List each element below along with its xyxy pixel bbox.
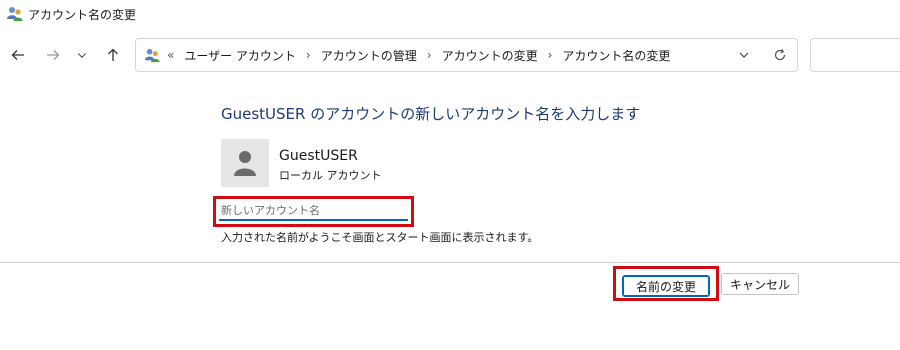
breadcrumb-separator[interactable]: ›: [306, 48, 311, 62]
search-box[interactable]: [810, 38, 900, 72]
user-avatar: [221, 139, 269, 187]
cancel-button[interactable]: キャンセル: [721, 273, 799, 295]
address-bar[interactable]: « ユーザー アカウント › アカウントの管理 › アカウントの変更 › アカウ…: [135, 38, 798, 72]
user-name: GuestUSER: [279, 148, 358, 164]
new-account-name-input[interactable]: [219, 202, 408, 221]
chevron-down-icon: [77, 53, 87, 58]
account-type: ローカル アカウント: [279, 169, 382, 182]
breadcrumb-item-manage-accounts[interactable]: アカウントの管理: [321, 47, 417, 64]
back-button[interactable]: [5, 42, 31, 68]
user-avatar-icon: [234, 151, 256, 176]
window-title: アカウント名の変更: [28, 8, 137, 22]
rename-button[interactable]: 名前の変更: [622, 275, 710, 297]
breadcrumb-separator[interactable]: ›: [427, 48, 432, 62]
user-accounts-icon: [144, 47, 161, 64]
title-bar: アカウント名の変更: [0, 0, 900, 28]
arrow-right-icon: [47, 50, 60, 60]
breadcrumb-separator[interactable]: ›: [548, 48, 553, 62]
breadcrumb-item-change-account[interactable]: アカウントの変更: [442, 47, 538, 64]
arrow-left-icon: [11, 50, 24, 60]
refresh-icon: [774, 48, 786, 61]
user-accounts-icon: [6, 5, 24, 23]
refresh-button[interactable]: [772, 47, 788, 63]
arrow-up-icon: [108, 48, 118, 61]
forward-button[interactable]: [40, 42, 66, 68]
breadcrumb-item-user-accounts[interactable]: ユーザー アカウント: [184, 47, 296, 64]
address-dropdown-button[interactable]: [736, 47, 752, 63]
divider: [0, 262, 900, 263]
page-heading: GuestUSER のアカウントの新しいアカウント名を入力します: [221, 105, 641, 123]
breadcrumb-item-rename-account[interactable]: アカウント名の変更: [562, 47, 670, 64]
breadcrumb-overflow[interactable]: «: [167, 48, 174, 62]
recent-locations-button[interactable]: [71, 42, 93, 68]
highlight-box: [213, 196, 414, 227]
highlight-box: 名前の変更: [613, 266, 719, 301]
chevron-down-icon: [739, 52, 749, 58]
hint-text: 入力された名前がようこそ画面とスタート画面に表示されます。: [221, 231, 539, 244]
breadcrumb: « ユーザー アカウント › アカウントの管理 › アカウントの変更 › アカウ…: [167, 39, 670, 71]
up-button[interactable]: [100, 42, 126, 68]
